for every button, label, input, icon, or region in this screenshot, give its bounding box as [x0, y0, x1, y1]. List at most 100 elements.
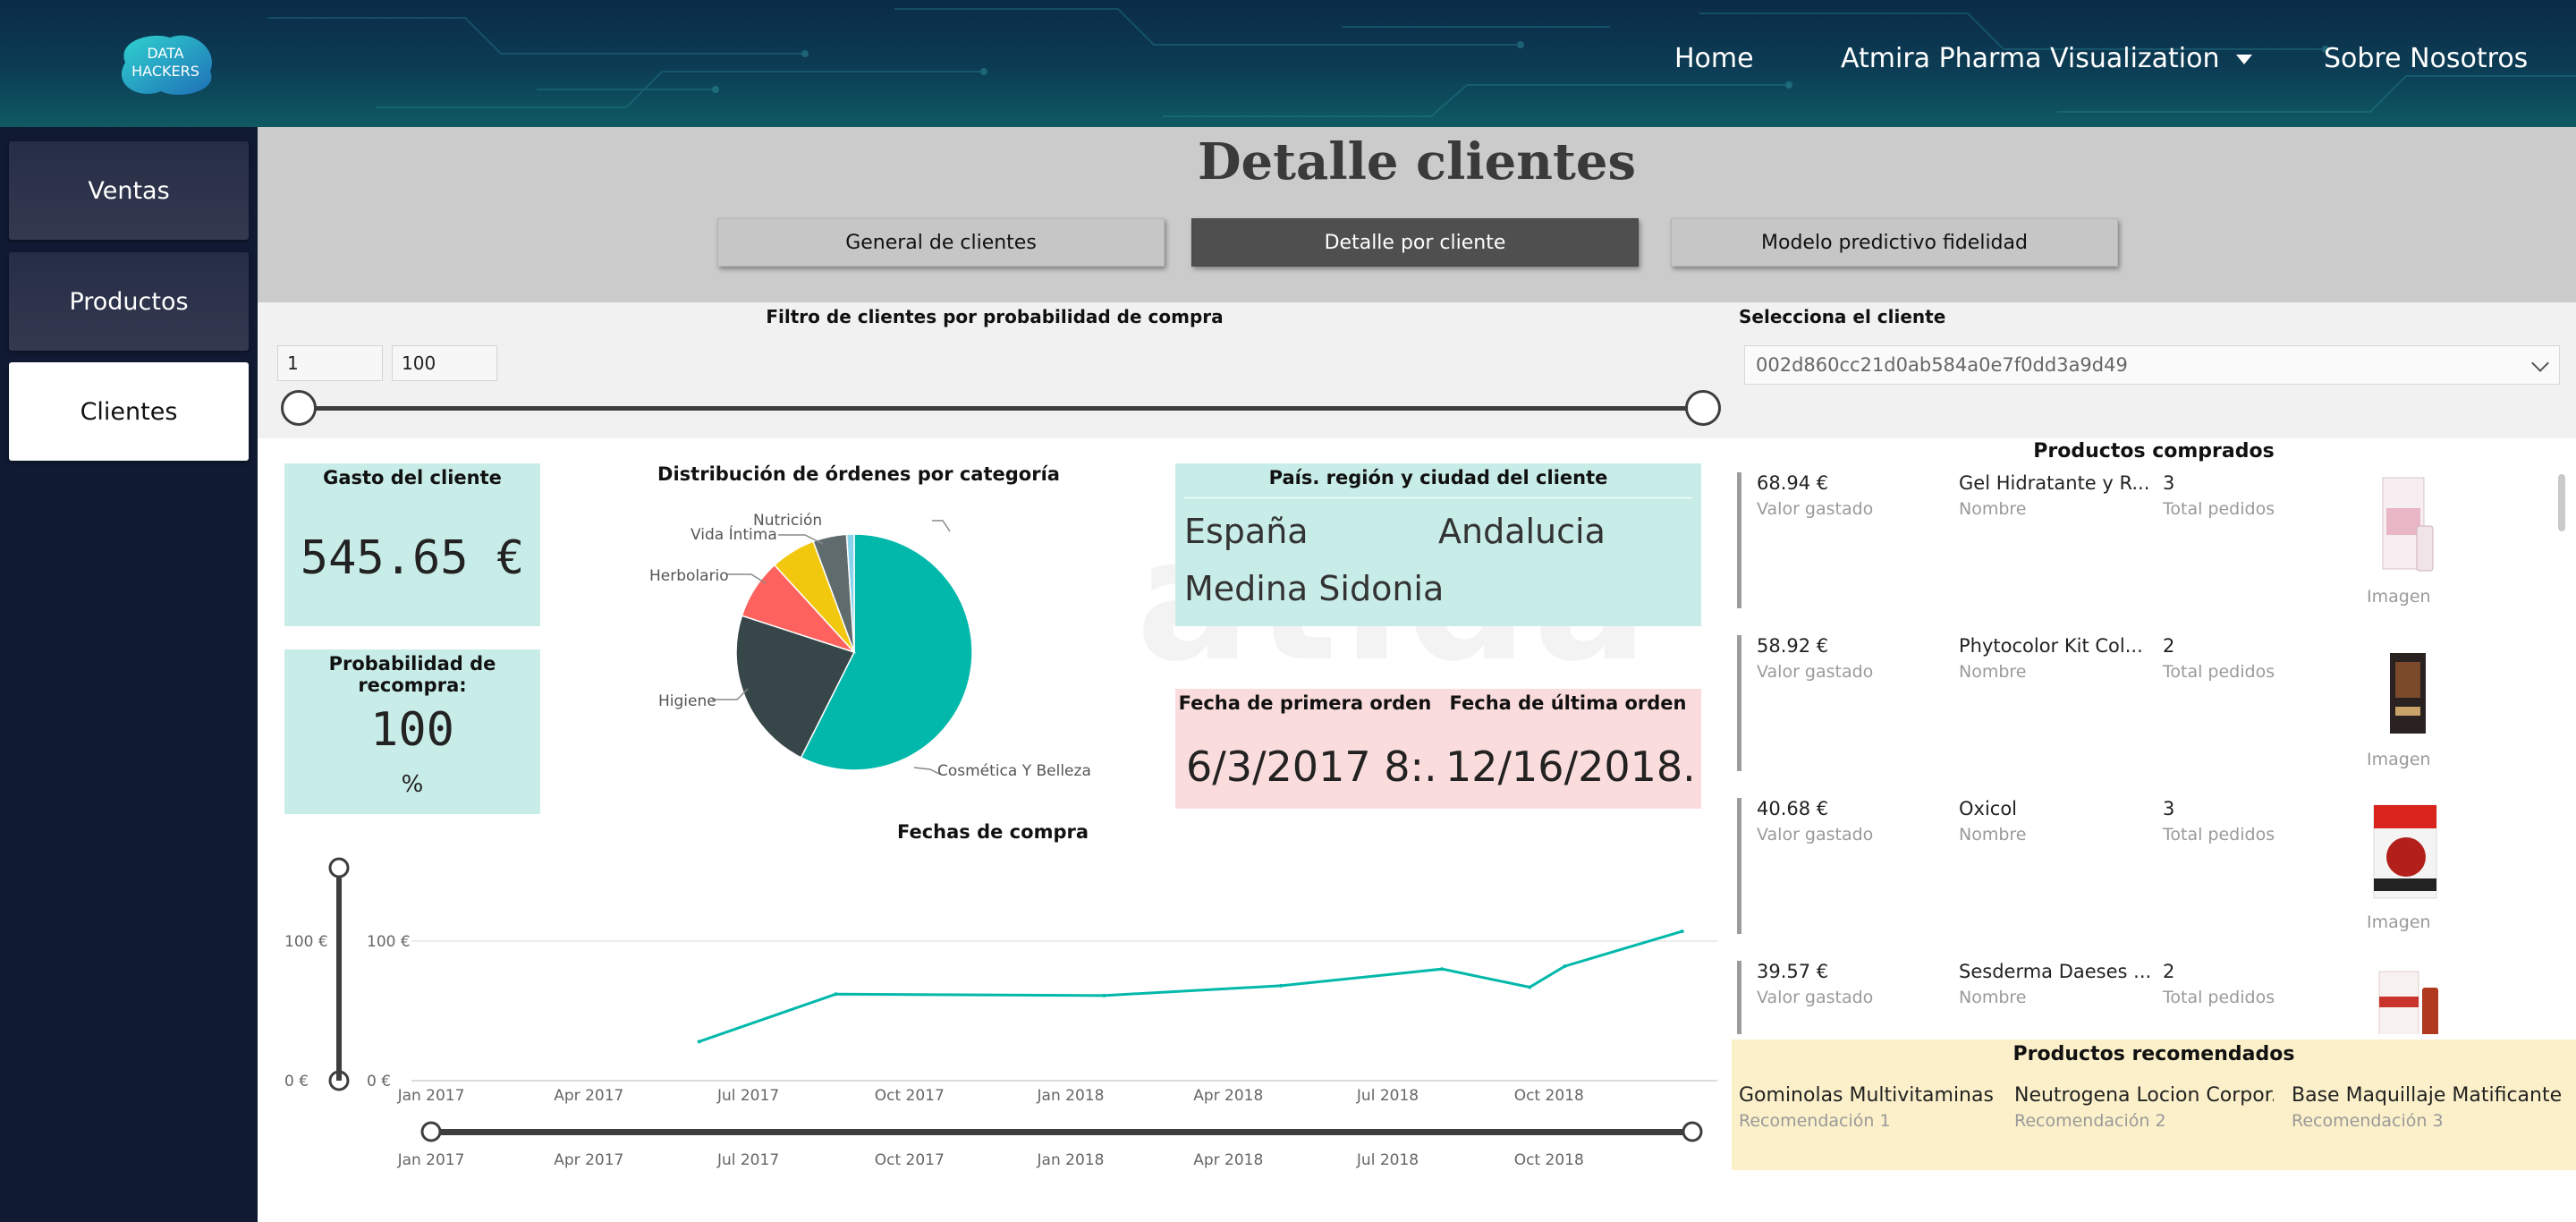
- location-title: País. región y ciudad del cliente: [1268, 467, 1608, 488]
- client-select-value: 002d860cc21d0ab584a0e7f0dd3a9d49: [1756, 354, 2128, 376]
- tab-general-clientes[interactable]: General de clientes: [717, 218, 1165, 267]
- x-slider-start-handle[interactable]: [420, 1121, 442, 1142]
- sidebar-item-ventas[interactable]: Ventas: [9, 141, 249, 240]
- probabilidad-title: Probabilidad de recompra:: [328, 653, 496, 696]
- series-point[interactable]: [1680, 929, 1684, 934]
- y-tick-label: 0 €: [367, 1073, 391, 1090]
- y-tick-label: 100 €: [367, 933, 411, 951]
- location-divider: [1184, 497, 1692, 498]
- x-tick-label: Jan 2017: [397, 1087, 465, 1105]
- product-item[interactable]: 40.68 € Valor gastado Oxicol Nombre 3 To…: [1737, 798, 2560, 934]
- series-line[interactable]: [699, 929, 1683, 1043]
- probabilidad-card: Probabilidad de recompra: 100 %: [284, 649, 540, 814]
- purchase-dates-line-chart[interactable]: 0 € 0 € 100 € 100 € Jan 2017 Jan 2017 Apr 2017…: [268, 850, 1717, 1181]
- filter-min-input[interactable]: 1: [277, 345, 383, 381]
- product-value-caption: Valor gastado: [1757, 499, 1874, 519]
- product-name-caption: Nombre: [1959, 988, 2027, 1007]
- gasto-card: Gasto del cliente 545.65 €: [284, 463, 540, 626]
- product-item[interactable]: 39.57 € Valor gastado Sesderma Daeses ..…: [1737, 961, 2560, 1034]
- x-tick-label: Oct 2018: [1514, 1087, 1584, 1105]
- product-value-caption: Valor gastado: [1757, 662, 1874, 682]
- x-tick-label: Jan 2017: [397, 1151, 465, 1169]
- product-orders-caption: Total pedidos: [2163, 825, 2275, 844]
- product-orders-caption: Total pedidos: [2163, 662, 2275, 682]
- series-point[interactable]: [834, 992, 838, 997]
- series-point[interactable]: [697, 1040, 701, 1044]
- nav-atmira-dropdown[interactable]: Atmira Pharma Visualization: [1841, 43, 2252, 75]
- product-image-phytocolor-box: [2390, 653, 2426, 734]
- pie-chart-title: Distribución de órdenes por categoría: [657, 463, 1060, 485]
- data-hackers-logo[interactable]: DATA HACKERS: [107, 27, 224, 100]
- line-chart-title: Fechas de compra: [896, 821, 1089, 843]
- page-title: Detalle clientes: [1197, 132, 1637, 191]
- product-name: Sesderma Daeses ...: [1959, 961, 2152, 982]
- product-orders: 2: [2163, 635, 2175, 657]
- series-point[interactable]: [1563, 964, 1567, 969]
- recommendation-2-name[interactable]: Neutrogena Locion Corpor...: [2014, 1084, 2274, 1107]
- product-item-bar: [1737, 961, 1741, 1034]
- client-select-dropdown[interactable]: 002d860cc21d0ab584a0e7f0dd3a9d49: [1744, 345, 2560, 385]
- dates-card: Fecha de primera orden Fecha de última o…: [1175, 689, 1701, 809]
- product-value: 68.94 €: [1757, 472, 1829, 494]
- x-tick-label: Jan 2018: [1037, 1151, 1105, 1169]
- first-order-value: 6/3/2017 8:...: [1186, 743, 1436, 791]
- y-slider-track-lower[interactable]: [336, 1036, 342, 1081]
- filter-max-input[interactable]: 100: [392, 345, 497, 381]
- product-image-caption: Imagen: [2367, 750, 2431, 769]
- recommendation-1-caption: Recomendación 1: [1739, 1111, 1891, 1131]
- product-name-caption: Nombre: [1959, 825, 2027, 844]
- nav-sobre-nosotros-link[interactable]: Sobre Nosotros: [2324, 43, 2528, 75]
- product-item-bar: [1737, 472, 1741, 608]
- recommendations-title: Productos recomendados: [2012, 1043, 2295, 1065]
- product-item[interactable]: 58.92 € Valor gastado Phytocolor Kit Col…: [1737, 635, 2560, 771]
- caret-down-icon: [2235, 55, 2252, 64]
- series-point[interactable]: [1440, 967, 1445, 972]
- sidebar: Ventas Productos Clientes: [0, 127, 258, 1222]
- x-tick-label: Jul 2017: [716, 1151, 779, 1169]
- pie-label-higiene: Higiene: [658, 692, 716, 710]
- product-item-bar: [1737, 798, 1741, 934]
- x-slider-end-handle[interactable]: [1682, 1121, 1703, 1142]
- series-point[interactable]: [1279, 983, 1284, 988]
- x-slider-track[interactable]: [431, 1129, 1692, 1135]
- logo-text: DATA HACKERS: [131, 45, 199, 80]
- sidebar-item-productos[interactable]: Productos: [9, 252, 249, 351]
- location-region: Andalucia: [1438, 512, 1606, 551]
- pie-leader-lines: [712, 520, 951, 776]
- product-image-caption: Imagen: [2367, 587, 2431, 607]
- product-image-oxicol-box: [2373, 804, 2437, 899]
- first-order-title: Fecha de primera orden: [1178, 692, 1432, 714]
- x-tick-label: Jan 2018: [1037, 1087, 1105, 1105]
- probability-slider-track[interactable]: [299, 406, 1703, 411]
- series-point[interactable]: [1102, 993, 1106, 997]
- x-tick-label: Jul 2017: [716, 1087, 779, 1105]
- gasto-title: Gasto del cliente: [323, 467, 502, 488]
- probability-slider-min-handle[interactable]: [281, 390, 317, 426]
- tab-modelo-predictivo[interactable]: Modelo predictivo fidelidad: [1671, 218, 2118, 267]
- recommendation-1-name[interactable]: Gominolas Multivitaminas ...: [1739, 1084, 1998, 1107]
- chevron-down-icon: [2531, 354, 2549, 372]
- client-select-title: Selecciona el cliente: [1739, 306, 1946, 327]
- recommendation-3-name[interactable]: Base Maquillaje Matificante M...: [2292, 1084, 2569, 1107]
- product-name-caption: Nombre: [1959, 662, 2027, 682]
- series-point[interactable]: [1528, 985, 1532, 989]
- tab-detalle-por-cliente[interactable]: Detalle por cliente: [1191, 218, 1639, 267]
- nav-atmira-label: Atmira Pharma Visualization: [1841, 43, 2220, 74]
- sidebar-item-clientes[interactable]: Clientes: [9, 362, 249, 461]
- product-value-caption: Valor gastado: [1757, 825, 1874, 844]
- probability-slider-max-handle[interactable]: [1685, 390, 1721, 426]
- probabilidad-unit: %: [401, 771, 424, 798]
- pie-label-vida-intima: Vida Íntima: [691, 526, 777, 544]
- product-item[interactable]: 68.94 € Valor gastado Gel Hidratante y R…: [1737, 472, 2560, 608]
- location-country: España: [1184, 512, 1309, 551]
- products-title: Productos comprados: [2033, 440, 2275, 462]
- last-order-title: Fecha de última orden: [1449, 692, 1687, 714]
- y-slider-track[interactable]: [336, 868, 342, 1036]
- y-tick-label: 0 €: [284, 1073, 309, 1090]
- y-slider-top-handle[interactable]: [328, 857, 350, 878]
- product-orders-caption: Total pedidos: [2163, 988, 2275, 1007]
- product-name: Gel Hidratante y R...: [1959, 472, 2150, 494]
- nav-home-link[interactable]: Home: [1674, 43, 1754, 75]
- product-item-bar: [1737, 635, 1741, 771]
- x-tick-label: Apr 2017: [554, 1087, 623, 1105]
